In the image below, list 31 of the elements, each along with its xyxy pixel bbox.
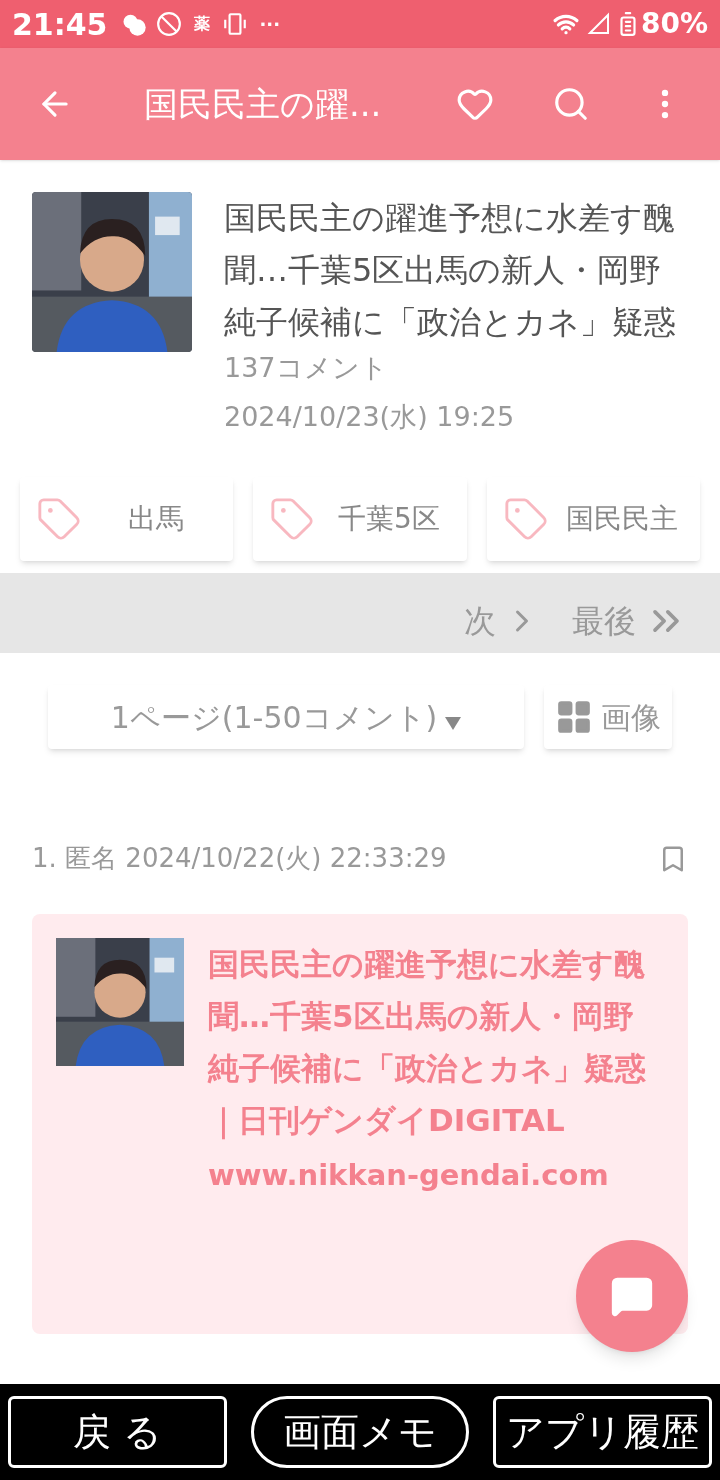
images-button[interactable]: 画像 — [544, 685, 672, 749]
last-link[interactable]: 最後 — [572, 597, 688, 645]
no-signal-icon — [586, 12, 611, 36]
tag-chip[interactable]: 国民民主 — [486, 477, 700, 561]
app-bar-title: 国民民主の躍... — [144, 82, 382, 126]
status-more: ··· — [259, 12, 280, 37]
tag-icon — [36, 496, 82, 542]
status-medicine: 薬 — [193, 13, 210, 35]
tag-chip[interactable]: 千葉5区 — [253, 477, 467, 561]
nav-button[interactable]: アプリ履歴 — [493, 1396, 712, 1468]
phone-vibrate-icon — [221, 11, 248, 37]
article-date: 2024/10/23(水) 19:25 — [224, 399, 516, 434]
status-time: 21:45 — [12, 5, 108, 44]
grid-icon — [555, 698, 593, 736]
link-title: 国民民主の躍進予想に水差す醜聞…千葉5区出馬の新人・岡野純子候補に「政治とカネ」疑惑｜日刊ゲンダイDIGITAL — [208, 945, 647, 1142]
search-icon[interactable] — [552, 85, 590, 123]
nav-button[interactable]: 画面メモ — [250, 1396, 470, 1468]
nav-button[interactable]: 戻 る — [8, 1396, 227, 1468]
next-link[interactable]: 次 — [464, 597, 540, 645]
tag-icon — [502, 496, 549, 542]
page-dropdown[interactable]: 1ページ(1-50コメント) — [48, 685, 524, 749]
link-card[interactable]: 国民民主の躍進予想に水差す醜聞…千葉5区出馬の新人・岡野純子候補に「政治とカネ」疑惑｜日刊ゲンダイDIGITAL www.nikkan-gendai.com — [32, 914, 688, 1334]
tag-icon — [269, 496, 316, 542]
dropdown-caret-icon — [445, 716, 462, 730]
link-url: www.nikkan-gendai.com — [208, 1157, 610, 1194]
comment-count: 137コメント — [224, 351, 389, 385]
blocked-call-icon — [155, 11, 182, 37]
tag-chip[interactable]: 出馬 — [20, 477, 234, 561]
battery-percent: 80% — [640, 6, 708, 42]
comment-header: 1. 匿名 2024/10/22(火) 22:33:29 — [32, 842, 448, 875]
article-title: 国民民主の躍進予想に水差す醜聞…千葉5区出馬の新人・岡野純子候補に「政治とカネ」疑惑 — [224, 198, 677, 343]
